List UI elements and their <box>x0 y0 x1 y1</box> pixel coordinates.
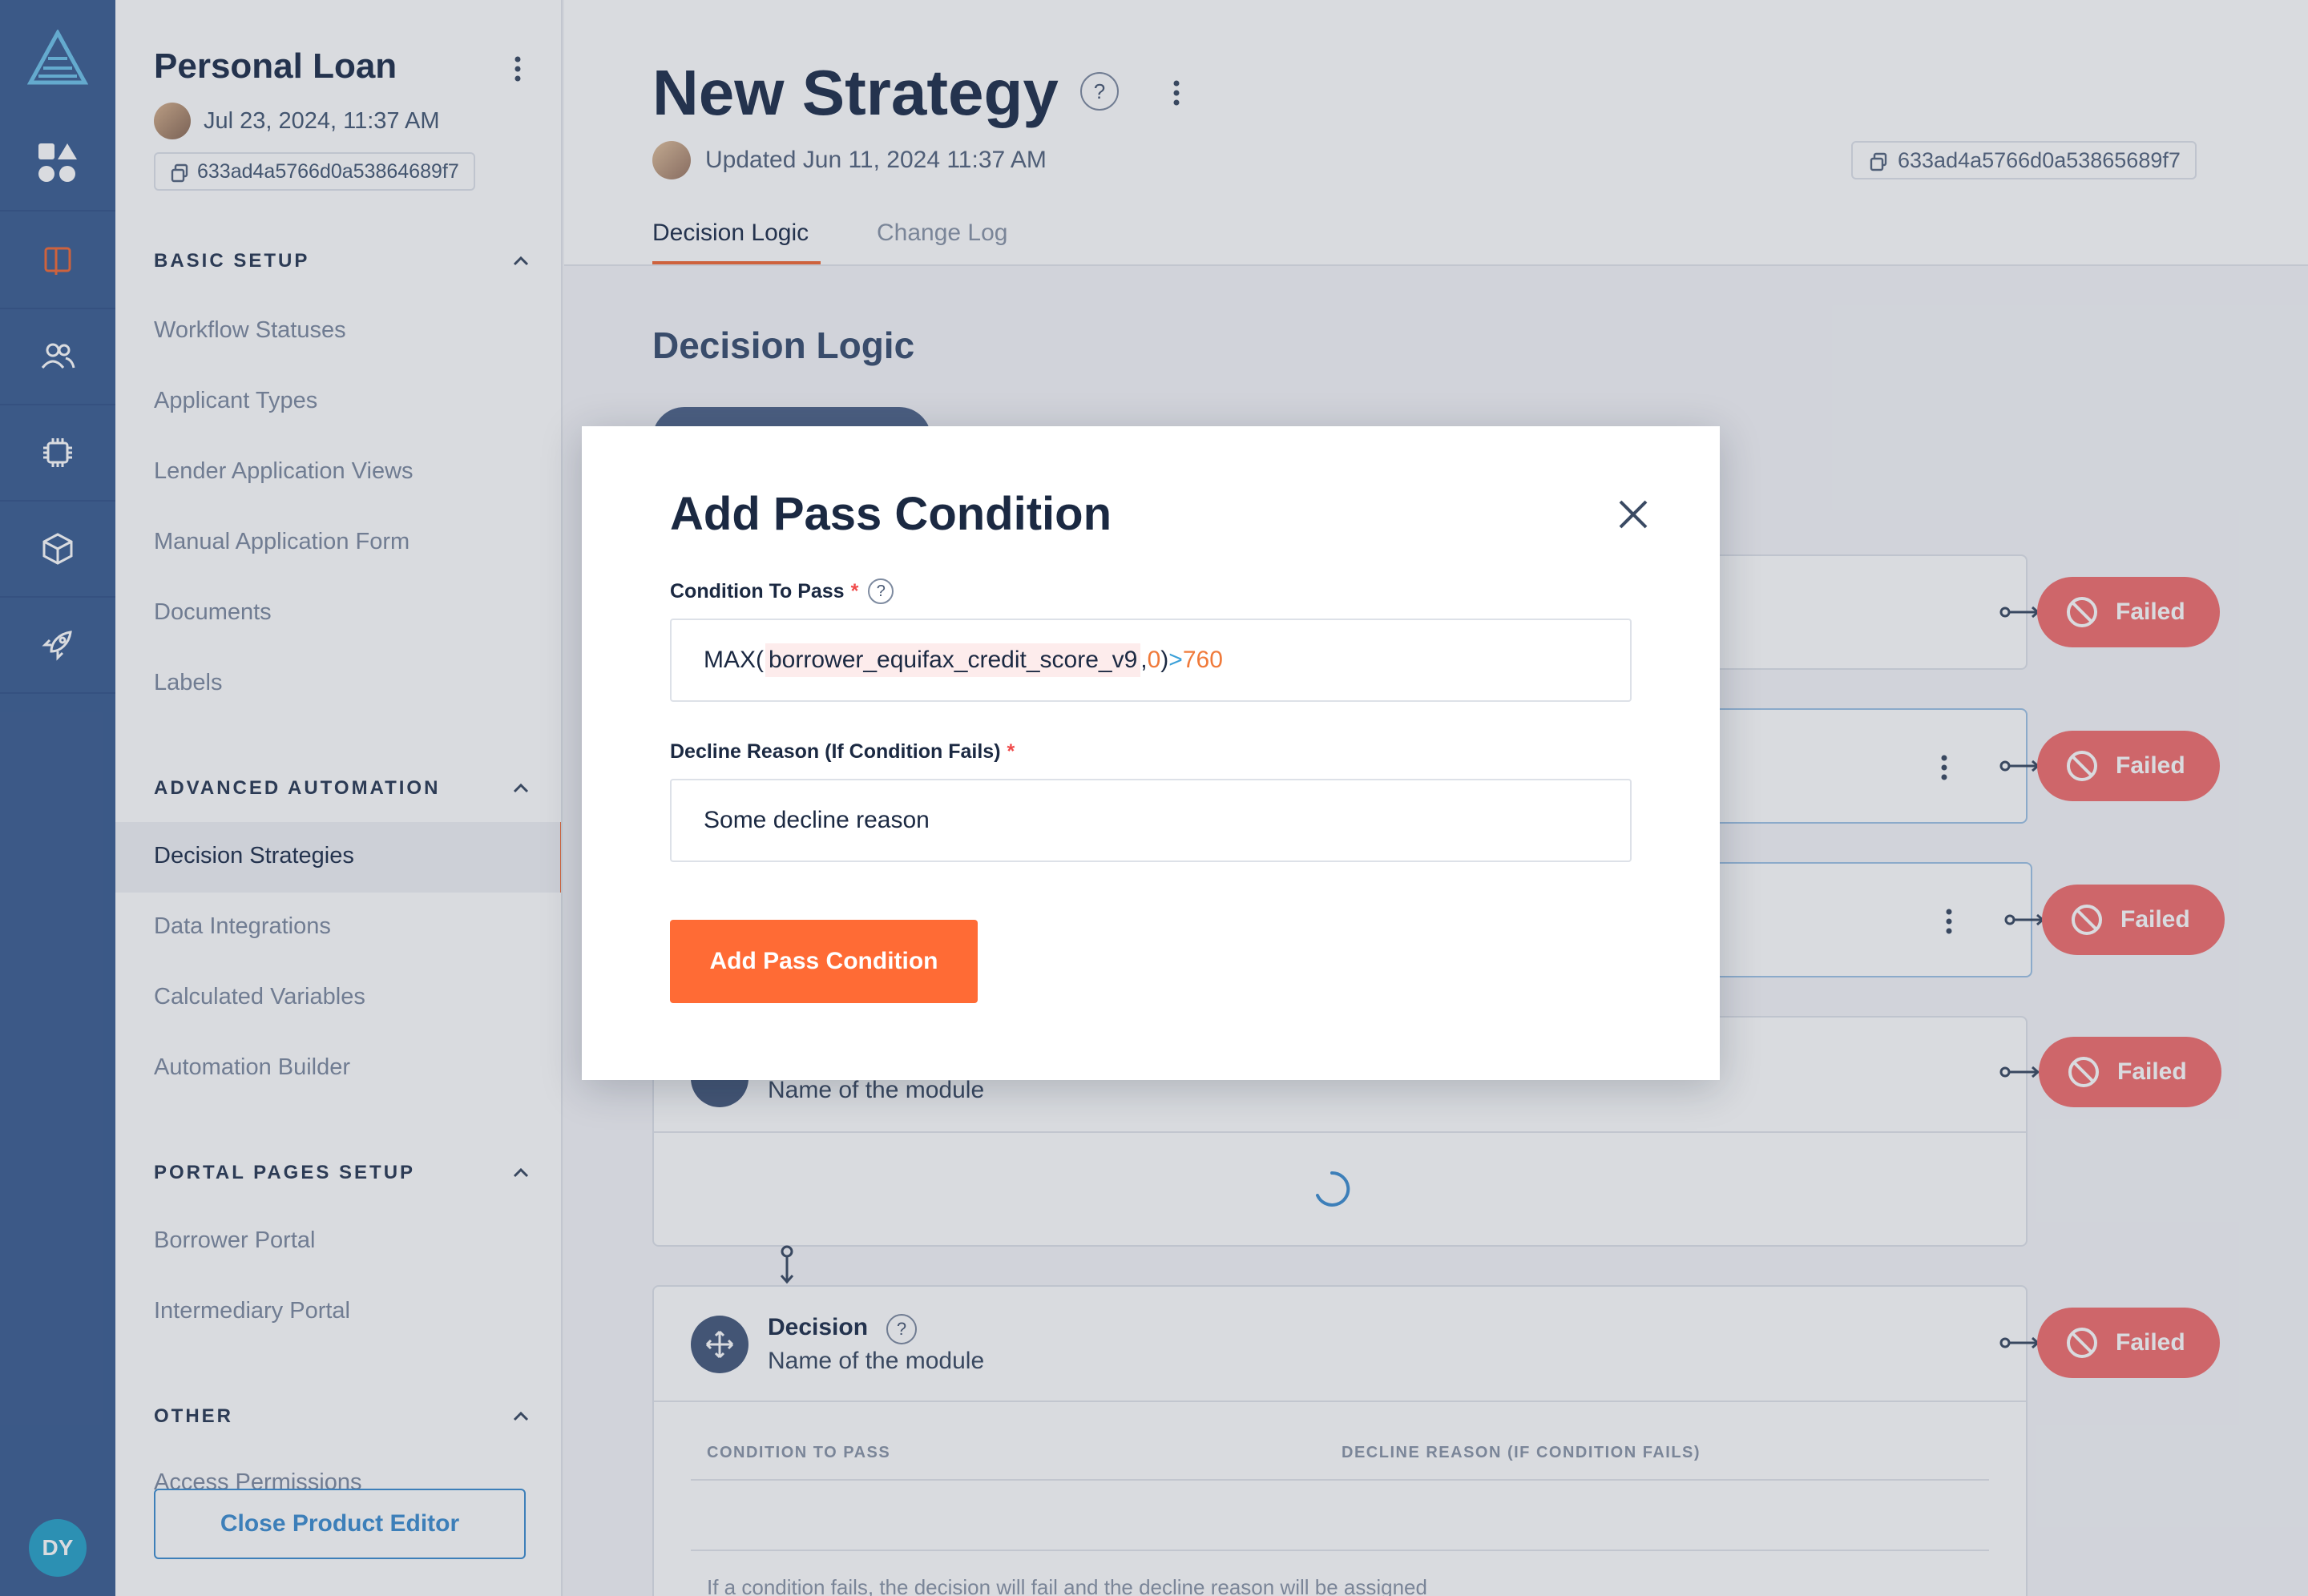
help-icon[interactable]: ? <box>868 578 894 604</box>
label-text: Decline Reason (If Condition Fails) <box>670 740 1001 763</box>
token-comma: , <box>1140 647 1148 673</box>
condition-input[interactable]: MAX( borrower_equifax_credit_score_v9 , … <box>670 619 1632 702</box>
token-number: 0 <box>1147 647 1161 673</box>
required-mark: * <box>1007 740 1015 763</box>
decline-label: Decline Reason (If Condition Fails) * <box>670 740 1015 764</box>
token-variable: borrower_equifax_credit_score_v9 <box>765 643 1141 677</box>
token-function: MAX( <box>704 647 764 673</box>
add-pass-condition-button[interactable]: Add Pass Condition <box>670 920 978 1003</box>
token-value: 760 <box>1182 647 1223 673</box>
decline-reason-input[interactable]: Some decline reason <box>670 779 1632 862</box>
condition-label: Condition To Pass * ? <box>670 578 894 604</box>
token-paren: ) <box>1160 647 1169 673</box>
required-mark: * <box>850 579 859 603</box>
token-operator: > <box>1168 647 1183 673</box>
modal-title: Add Pass Condition <box>670 488 1112 540</box>
decline-value: Some decline reason <box>704 807 930 833</box>
label-text: Condition To Pass <box>670 579 845 603</box>
add-pass-condition-modal: Add Pass Condition Condition To Pass * ?… <box>582 426 1720 1080</box>
close-icon[interactable] <box>1614 495 1652 534</box>
